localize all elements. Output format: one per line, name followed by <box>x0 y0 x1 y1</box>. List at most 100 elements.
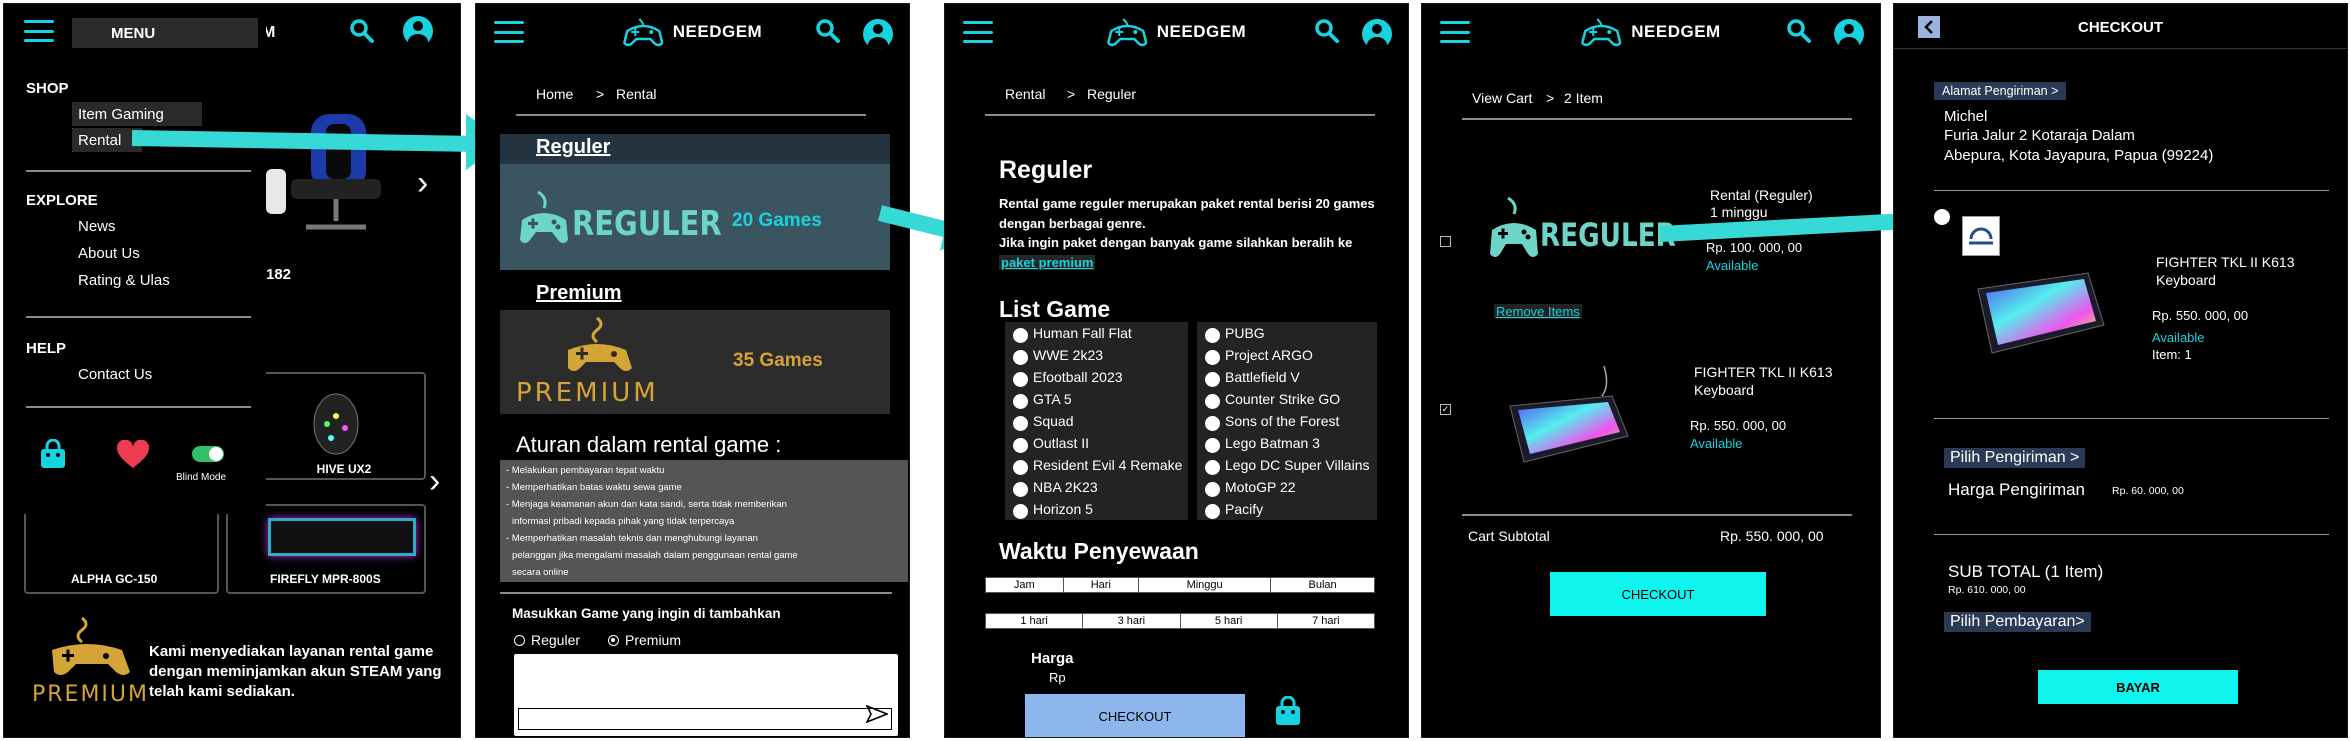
choose-payment-button[interactable]: Pilih Pembayaran> <box>1944 612 2091 632</box>
menu-title: MENU <box>111 25 156 42</box>
menu-item-contact-us[interactable]: Contact Us <box>78 366 152 383</box>
item-checkbox-checked[interactable]: ✓ <box>1440 404 1451 415</box>
logo: NEEDGEM <box>622 17 763 47</box>
user-icon[interactable] <box>1834 18 1864 49</box>
hamburger-icon[interactable] <box>1440 21 1470 43</box>
shopping-bag-icon[interactable] <box>40 438 66 474</box>
menu-item-item-gaming[interactable]: Item Gaming <box>72 102 202 126</box>
chevron-right-icon[interactable]: › <box>417 166 428 200</box>
premium-banner[interactable]: PREMIUM 35 Games <box>500 310 890 414</box>
logo: NEEDGEM <box>1106 17 1246 47</box>
radio-premium[interactable]: Premium <box>608 632 681 648</box>
unit-minggu[interactable]: Minggu <box>1138 577 1272 593</box>
item-status: Available <box>1706 258 1759 273</box>
game-list-right: PUBG Project ARGO Battlefield V Counter … <box>1197 322 1377 520</box>
rules-item: - Memperhatikan masalah teknis dan mengh… <box>506 533 758 544</box>
game-item[interactable]: Counter Strike GO <box>1197 388 1377 410</box>
search-icon[interactable] <box>349 18 375 49</box>
game-item[interactable]: Outlast II <box>1005 432 1188 454</box>
top-actions <box>1786 18 1864 49</box>
remove-items-link[interactable]: Remove Items <box>1494 304 1582 319</box>
pay-button[interactable]: BAYAR <box>2038 670 2238 704</box>
unit-bulan[interactable]: Bulan <box>1270 577 1375 593</box>
keyboard-image <box>1972 249 2108 357</box>
heart-icon[interactable] <box>116 439 150 475</box>
product-card-firefly[interactable]: FIREFLY MPR-800S <box>226 504 426 594</box>
hamburger-icon[interactable] <box>24 20 54 42</box>
radio-reguler[interactable]: Reguler <box>514 632 580 648</box>
game-item[interactable]: Project ARGO <box>1197 344 1377 366</box>
game-input-line[interactable] <box>518 708 892 730</box>
search-icon[interactable] <box>1314 18 1340 49</box>
game-item[interactable]: Efootball 2023 <box>1005 366 1188 388</box>
game-item[interactable]: Lego DC Super Villains <box>1197 454 1377 476</box>
rental-time-title: Waktu Penyewaan <box>999 538 1199 564</box>
reguler-heading[interactable]: Reguler <box>536 136 610 159</box>
game-item[interactable]: Resident Evil 4 Remake <box>1005 454 1188 476</box>
game-input-textarea[interactable] <box>514 654 898 736</box>
breadcrumb-home[interactable]: Home <box>536 86 573 102</box>
game-item[interactable]: MotoGP 22 <box>1197 476 1377 498</box>
header-divider <box>1894 48 2347 49</box>
game-item[interactable]: Human Fall Flat <box>1005 322 1188 344</box>
reguler-section[interactable]: Reguler REGULER 20 Games <box>500 134 890 270</box>
game-item[interactable]: Pacify <box>1197 498 1377 520</box>
checkout-button[interactable]: CHECKOUT <box>1025 694 1245 737</box>
shipping-cost-label: Harga Pengiriman <box>1948 480 2086 499</box>
checkout-button[interactable]: CHECKOUT <box>1550 572 1766 616</box>
page-title: Reguler <box>999 156 1093 184</box>
game-item[interactable]: Sons of the Forest <box>1197 410 1377 432</box>
breadcrumb-separator: > <box>596 86 605 102</box>
game-item[interactable]: Battlefield V <box>1197 366 1377 388</box>
user-icon[interactable] <box>1362 18 1392 49</box>
premium-heading[interactable]: Premium <box>536 282 622 305</box>
game-item[interactable]: GTA 5 <box>1005 388 1188 410</box>
address-line-2: Abepura, Kota Jayapura, Papua (99224) <box>1944 147 2214 164</box>
menu-item-about-us[interactable]: About Us <box>78 245 140 262</box>
unit-jam[interactable]: Jam <box>985 577 1064 593</box>
reguler-item-image[interactable]: REGULER <box>1490 196 1676 266</box>
breadcrumb-view-cart[interactable]: View Cart <box>1472 90 1532 106</box>
breadcrumb-rental[interactable]: Rental <box>1005 86 1045 102</box>
user-icon[interactable] <box>403 16 433 46</box>
premium-package-link[interactable]: paket premium <box>999 254 1096 270</box>
product-card-hive[interactable]: HIVE UX2 <box>262 372 426 480</box>
reguler-banner[interactable]: REGULER 20 Games <box>500 164 890 270</box>
game-item[interactable]: Lego Batman 3 <box>1197 432 1377 454</box>
duration-option[interactable]: 3 hari <box>1082 613 1181 629</box>
brand-name: NEEDGEM <box>672 22 763 41</box>
unit-hari[interactable]: Hari <box>1062 577 1140 593</box>
duration-option[interactable]: 7 hari <box>1276 613 1376 629</box>
game-item[interactable]: Horizon 5 <box>1005 498 1188 520</box>
menu-item-rating-ulas[interactable]: Rating & Ulas <box>78 272 170 289</box>
hamburger-icon[interactable] <box>494 21 524 43</box>
user-icon[interactable] <box>863 18 893 49</box>
game-item[interactable]: PUBG <box>1197 322 1377 344</box>
breadcrumb-reguler[interactable]: Reguler <box>1087 86 1136 102</box>
game-item[interactable]: Squad <box>1005 410 1188 432</box>
choose-shipping-button[interactable]: Pilih Pengiriman > <box>1944 448 2086 468</box>
breadcrumb-divider <box>1462 118 1852 120</box>
item-category: Keyboard <box>1694 382 1754 398</box>
duration-option[interactable]: 1 hari <box>984 613 1084 629</box>
shopping-bag-icon[interactable] <box>1275 695 1301 731</box>
search-icon[interactable] <box>1786 18 1812 49</box>
top-bar: NEEDGEM <box>1422 4 1880 60</box>
menu-item-news[interactable]: News <box>78 218 116 235</box>
shipping-address-button[interactable]: Alamat Pengiriman > <box>1934 82 2067 100</box>
selected-radio[interactable] <box>1934 209 1950 225</box>
keyboard-image[interactable] <box>1504 365 1632 466</box>
game-item[interactable]: NBA 2K23 <box>1005 476 1188 498</box>
breadcrumb-rental[interactable]: Rental <box>616 86 656 102</box>
send-icon[interactable] <box>865 704 890 728</box>
cart-divider <box>1462 514 1852 516</box>
game-item[interactable]: WWE 2k23 <box>1005 344 1188 366</box>
product-card-alpha[interactable]: ALPHA GC-150 <box>24 504 219 594</box>
item-checkbox[interactable] <box>1440 236 1451 247</box>
hamburger-icon[interactable] <box>963 21 993 43</box>
blind-mode-toggle[interactable] <box>192 446 224 462</box>
cart-subtotal-value: Rp. 550. 000, 00 <box>1720 528 1824 544</box>
search-icon[interactable] <box>815 18 841 49</box>
chevron-right-icon[interactable]: › <box>429 464 440 498</box>
duration-option[interactable]: 5 hari <box>1179 613 1278 629</box>
